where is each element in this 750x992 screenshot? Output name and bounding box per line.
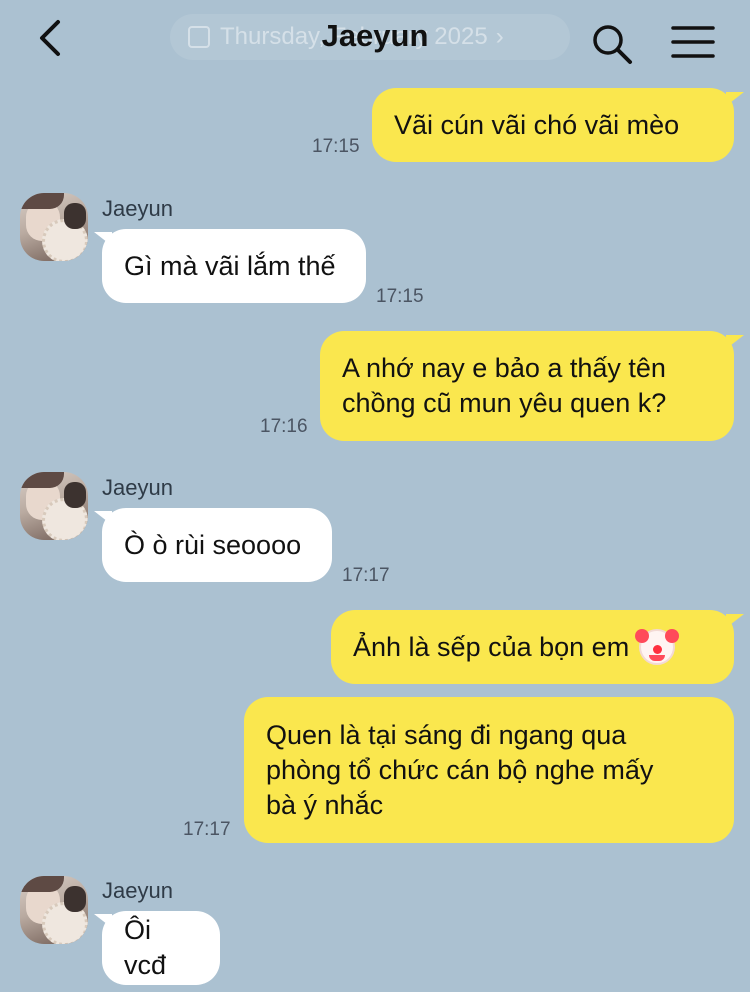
sender-name: Jaeyun bbox=[102, 196, 173, 221]
avatar[interactable] bbox=[20, 876, 88, 944]
message-time: 17:15 bbox=[312, 136, 360, 157]
message-bubble[interactable]: Quen là tại sáng đi ngang qua phòng tổ c… bbox=[244, 697, 734, 843]
chat-header: Thursday, February 2025 › Jaeyun bbox=[0, 0, 750, 78]
sender-name: Jaeyun bbox=[102, 475, 173, 500]
message-time: 17:17 bbox=[342, 565, 390, 586]
bubble-tail bbox=[726, 92, 744, 106]
clown-face-icon bbox=[635, 629, 680, 665]
message-bubble[interactable]: Ò ò rùi seoooo bbox=[102, 508, 332, 582]
message-time: 17:17 bbox=[183, 819, 231, 840]
message-bubble[interactable]: Vãi cún vãi chó vãi mèo bbox=[372, 88, 734, 162]
message-text: Ảnh là sếp của bọn em bbox=[353, 631, 630, 662]
bubble-tail bbox=[726, 614, 744, 628]
message-time: 17:15 bbox=[376, 286, 424, 307]
menu-icon bbox=[671, 26, 715, 58]
avatar[interactable] bbox=[20, 472, 88, 540]
menu-button[interactable] bbox=[670, 22, 716, 62]
message-bubble[interactable]: Ảnh là sếp của bọn em bbox=[331, 610, 734, 684]
bubble-tail bbox=[726, 335, 744, 349]
search-button[interactable] bbox=[590, 22, 634, 66]
message-time: 17:16 bbox=[260, 416, 308, 437]
message-bubble[interactable]: Gì mà vãi lắm thế bbox=[102, 229, 366, 303]
avatar[interactable] bbox=[20, 193, 88, 261]
sender-name: Jaeyun bbox=[102, 878, 173, 903]
chat-title: Jaeyun bbox=[321, 18, 429, 53]
search-icon bbox=[593, 25, 632, 64]
message-bubble[interactable]: A nhớ nay e bảo a thấy tên chồng cũ mun … bbox=[320, 331, 734, 441]
message-bubble[interactable]: Ôi vcđ bbox=[102, 911, 220, 985]
